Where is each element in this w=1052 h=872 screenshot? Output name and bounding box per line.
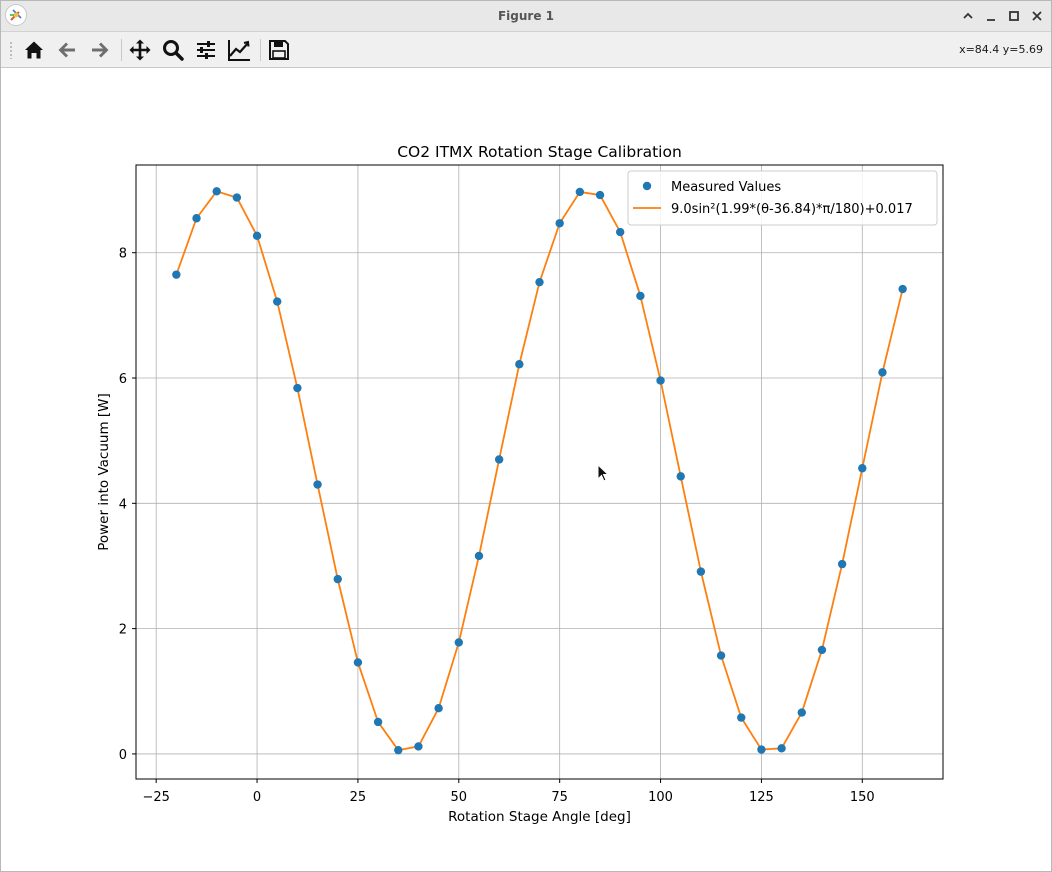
x-tick-label: 125	[749, 790, 774, 805]
x-tick-label: 0	[253, 790, 261, 805]
legend-label-measured: Measured Values	[671, 180, 781, 195]
data-point	[616, 227, 625, 237]
zoom-button[interactable]	[159, 36, 187, 64]
y-tick-label: 2	[119, 623, 127, 638]
window-title: Figure 1	[497, 9, 555, 23]
data-point	[555, 219, 564, 228]
x-axis-label: Rotation Stage Angle [deg]	[448, 809, 631, 825]
data-point	[192, 214, 201, 223]
data-point	[656, 376, 665, 385]
y-tick-label: 8	[119, 247, 127, 262]
minimize-icon	[987, 19, 995, 21]
window-shade-button[interactable]	[959, 7, 977, 25]
x-tick-label: 100	[648, 790, 673, 805]
sliders-icon	[197, 41, 215, 59]
pan-button[interactable]	[126, 36, 154, 64]
toolbar-grip[interactable]	[9, 41, 13, 59]
mouse-pointer-icon	[597, 464, 610, 482]
data-point	[737, 713, 746, 722]
chevron-up-icon	[963, 12, 973, 19]
data-point	[454, 638, 463, 647]
x-tick-label: 150	[850, 790, 875, 805]
close-button[interactable]	[1028, 7, 1046, 25]
close-icon	[1032, 11, 1042, 21]
cursor-coordinates: x=84.4 y=5.69	[959, 43, 1043, 56]
y-tick-label: 6	[119, 372, 127, 387]
x-tick-label: 75	[551, 790, 568, 805]
fit-line	[175, 190, 904, 752]
data-point	[696, 567, 706, 576]
data-point	[777, 744, 786, 753]
minimize-button[interactable]	[982, 7, 1000, 25]
data-point	[414, 742, 423, 751]
maximize-icon	[1009, 11, 1019, 21]
x-tick-label: −25	[142, 790, 169, 805]
y-tick-label: 0	[119, 748, 127, 763]
figure-window: Figure 1 x=84.4 y=5.69 Measured Values 9…	[0, 0, 1052, 872]
data-point	[232, 193, 242, 202]
data-point	[212, 187, 221, 196]
forward-button[interactable]	[86, 36, 114, 64]
x-tick-label: 25	[350, 790, 367, 805]
arrow-left-icon	[58, 42, 75, 58]
home-icon	[25, 41, 43, 59]
data-point	[252, 231, 262, 240]
data-point	[313, 480, 322, 489]
x-tick-label: 50	[451, 790, 468, 805]
data-point	[898, 284, 907, 294]
data-point	[878, 368, 887, 377]
data-point	[333, 574, 342, 584]
data-point	[676, 472, 685, 481]
data-point	[757, 745, 766, 754]
y-tick-label: 4	[119, 497, 127, 512]
data-point	[273, 297, 282, 306]
data-point	[494, 455, 504, 464]
data-point	[595, 190, 605, 200]
navigation-toolbar: x=84.4 y=5.69	[1, 32, 1051, 68]
subplots-button[interactable]	[192, 36, 220, 64]
data-point	[716, 651, 726, 660]
chart-plot[interactable]: Measured Values 9.0sin²(1.99*(θ-36.84)*π/…	[1, 68, 1051, 871]
arrow-right-icon	[92, 42, 109, 58]
title-bar: Figure 1	[1, 1, 1051, 32]
maximize-button[interactable]	[1005, 7, 1023, 25]
save-button[interactable]	[265, 36, 293, 64]
back-button[interactable]	[53, 36, 81, 64]
home-button[interactable]	[20, 36, 48, 64]
data-point	[172, 270, 181, 279]
chart-title: CO2 ITMX Rotation Stage Calibration	[397, 143, 682, 161]
data-point	[353, 658, 363, 667]
data-point	[636, 291, 645, 301]
toolbar-separator	[121, 39, 122, 61]
data-point	[474, 551, 484, 561]
data-point	[293, 383, 302, 393]
data-point	[575, 187, 585, 197]
legend-label-fit: 9.0sin²(1.99*(θ-36.84)*π/180)+0.017	[671, 202, 913, 217]
figure-canvas[interactable]: Measured Values 9.0sin²(1.99*(θ-36.84)*π/…	[1, 68, 1051, 871]
data-point	[817, 645, 827, 655]
move-icon	[129, 39, 151, 61]
data-point	[858, 464, 867, 473]
data-point	[434, 704, 443, 713]
data-point	[535, 277, 544, 287]
y-axis-label: Power into Vacuum [W]	[96, 393, 112, 551]
data-point	[373, 717, 383, 727]
magnifier-icon	[163, 40, 184, 61]
data-point	[797, 708, 806, 717]
customize-button[interactable]	[225, 36, 253, 64]
floppy-disk-icon	[269, 40, 289, 60]
data-point	[837, 559, 847, 569]
data-point	[394, 745, 403, 755]
toolbar-separator	[260, 39, 261, 61]
data-point	[515, 360, 524, 369]
line-chart-icon	[228, 40, 250, 61]
legend-marker-measured	[642, 181, 652, 191]
